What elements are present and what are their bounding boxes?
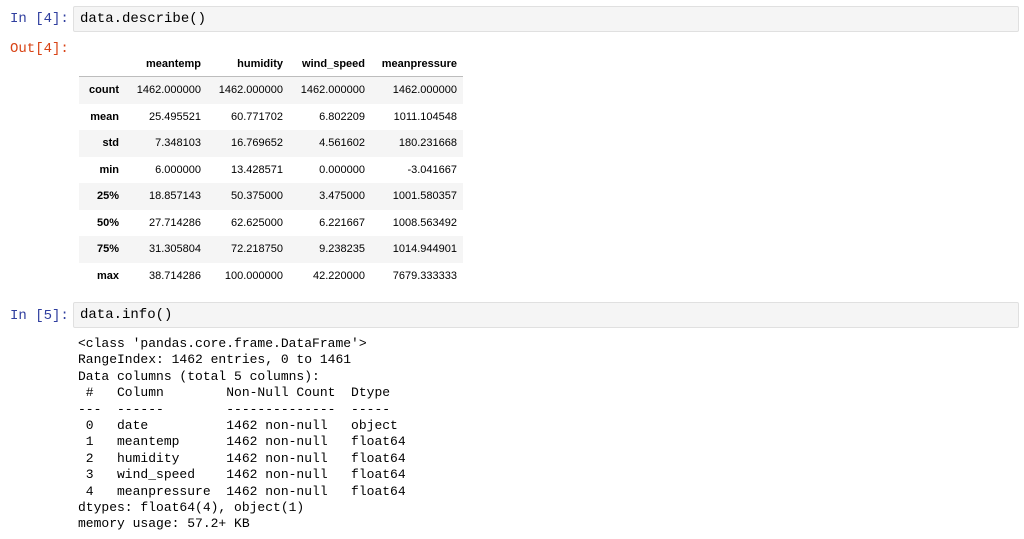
table-cell: 7679.333333 (392, 269, 457, 282)
table-cell: 42.220000 (313, 269, 365, 282)
table-cell: 6.802209 (319, 110, 365, 123)
row-index-label: 50% (96, 216, 119, 229)
table-cell: 1014.944901 (392, 243, 457, 256)
table-cell: 9.238235 (319, 243, 365, 256)
table-cell: 180.231668 (398, 137, 457, 150)
table-cell: 100.000000 (224, 269, 283, 282)
table-cell: 1001.580357 (392, 190, 457, 203)
table-cell: 72.218750 (231, 243, 283, 256)
table-cell: 4.561602 (319, 137, 365, 150)
cell-4-input-prompt: In [4]: (10, 11, 69, 27)
table-cell: 38.714286 (149, 269, 201, 282)
row-index-label: std (102, 137, 120, 150)
column-header-humidity: humidity (207, 52, 289, 77)
table-cell: 60.771702 (231, 110, 283, 123)
table-cell: 31.305804 (149, 243, 201, 256)
table-cell: 1462.000000 (392, 84, 457, 97)
table-row: 75% 31.305804 72.218750 9.238235 1014.944901 (79, 236, 463, 263)
table-cell: 0.000000 (319, 163, 365, 176)
row-index-label: 75% (96, 243, 119, 256)
table-cell: 1011.104548 (393, 110, 457, 123)
table-header-row: meantemp humidity wind_speed meanpressur… (79, 52, 463, 77)
row-index-label: mean (90, 110, 119, 123)
describe-output-table: meantemp humidity wind_speed meanpressur… (79, 52, 463, 289)
table-row: max 38.714286 100.000000 42.220000 7679.3333… (79, 263, 463, 290)
table-row: std 7.348103 16.769652 4.561602 180.231668 (79, 130, 463, 157)
cell-5-input-prompt: In [5]: (10, 308, 69, 324)
table-row: 50% 27.714286 62.625000 6.221667 1008.563492 (79, 210, 463, 237)
table-cell: 7.348103 (155, 137, 201, 150)
row-index-label: 25% (96, 190, 119, 203)
table-body: count 1462.000000 1462.000000 1462.000000 14… (79, 76, 463, 290)
row-index-label: min (99, 163, 119, 176)
row-index-label: max (96, 269, 119, 282)
table-row: 25% 18.857143 50.375000 3.475000 1001.580357 (79, 183, 463, 210)
table-cell: 6.221667 (319, 216, 365, 229)
table-row: mean 25.495521 60.771702 6.802209 1011.10454… (79, 104, 463, 131)
table-cell: 25.495521 (149, 110, 201, 123)
table-row: count 1462.000000 1462.000000 1462.000000 14… (79, 76, 463, 104)
cell-4-output-prompt: Out[4]: (10, 41, 69, 57)
column-header-meanpressure: meanpressure (371, 52, 463, 77)
table-cell: 3.475000 (319, 190, 365, 203)
table-cell: -3.041667 (407, 163, 457, 176)
table-cell: 62.625000 (231, 216, 283, 229)
cell-4-code-input[interactable]: data.describe() (73, 6, 1019, 32)
table-cell: 1462.000000 (300, 84, 365, 97)
table-cell: 6.000000 (155, 163, 201, 176)
table-row: min 6.000000 13.428571 0.000000 -3.041667 (79, 157, 463, 184)
table-cell: 1462.000000 (136, 84, 201, 97)
column-header-wind-speed: wind_speed (289, 52, 371, 77)
column-header-meantemp: meantemp (125, 52, 207, 77)
table-cell: 18.857143 (149, 190, 201, 203)
row-index-label: count (89, 84, 119, 97)
table-cell: 13.428571 (231, 163, 283, 176)
cell-5-code-input[interactable]: data.info() (73, 302, 1019, 328)
table-cell: 1008.563492 (392, 216, 457, 229)
table-cell: 50.375000 (231, 190, 283, 203)
info-output-text: <class 'pandas.core.frame.DataFrame'> Ra… (78, 336, 406, 532)
table-index-header (79, 52, 125, 77)
table-cell: 27.714286 (149, 216, 201, 229)
table-cell: 1462.000000 (218, 84, 283, 97)
table-cell: 16.769652 (231, 137, 283, 150)
